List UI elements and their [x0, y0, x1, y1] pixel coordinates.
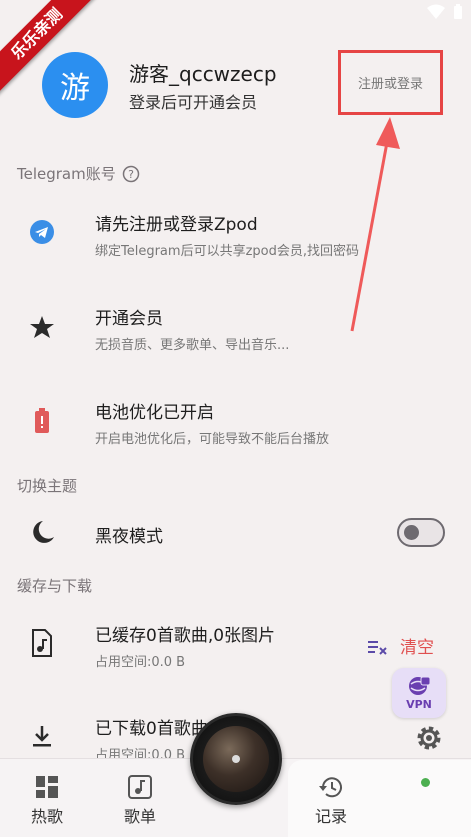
dark-mode-toggle[interactable] [397, 518, 445, 547]
cache-row-subtitle: 占用空间:0.0 B [95, 655, 186, 670]
section-theme: 切换主题 [17, 477, 78, 495]
telegram-icon [28, 218, 56, 246]
vpn-button[interactable]: VPN [392, 668, 446, 718]
battery-optimization-row[interactable]: 电池优化已开启 开启电池优化后，可能导致不能后台播放 [0, 390, 471, 460]
telegram-row-subtitle: 绑定Telegram后可以共享zpod会员,找回密码 [95, 244, 359, 259]
download-row-subtitle: 占用空间:0.0 B [95, 748, 186, 758]
cache-row: 已缓存0首歌曲,0张图片 占用空间:0.0 B [0, 615, 360, 675]
battery-alert-icon [28, 407, 56, 435]
toggle-knob [404, 525, 419, 540]
dark-mode-title: 黑夜模式 [95, 527, 163, 547]
nav-history[interactable]: 记录 [291, 775, 371, 827]
clear-cache-button[interactable]: 清空 [368, 633, 434, 658]
disc-center [232, 755, 240, 763]
moon-icon [28, 518, 56, 546]
online-indicator [421, 778, 430, 787]
ribbon-label: 乐乐亲测 [0, 0, 100, 97]
corner-ribbon: 乐乐亲测 [0, 0, 110, 110]
username: 游客_qccwzecp [129, 62, 277, 86]
register-login-button[interactable]: 注册或登录 [338, 50, 443, 115]
battery-row-title: 电池优化已开启 [95, 403, 214, 423]
telegram-row-title: 请先注册或登录Zpod [95, 215, 258, 235]
section-telegram: Telegram账号 ? [17, 163, 140, 184]
vip-row[interactable]: 开通会员 无损音质、更多歌单、导出音乐... [0, 296, 471, 366]
nav-playlist-label: 歌单 [123, 807, 156, 826]
clear-list-icon [368, 640, 387, 655]
grid-icon [36, 776, 58, 798]
clear-label: 清空 [400, 638, 434, 658]
vpn-label: VPN [406, 698, 432, 711]
battery-status-icon [454, 4, 462, 19]
vip-row-subtitle: 无损音质、更多歌单、导出音乐... [95, 338, 290, 353]
wifi-icon [427, 4, 445, 19]
vpn-icon [409, 676, 431, 695]
status-bar [427, 4, 463, 20]
nav-hot-songs[interactable]: 热歌 [7, 775, 87, 827]
section-cache: 缓存与下载 [17, 577, 93, 595]
nav-history-label: 记录 [314, 807, 347, 826]
section-telegram-label: Telegram账号 [17, 165, 116, 183]
nav-playlists[interactable]: 歌单 [100, 775, 180, 827]
music-file-icon [28, 629, 56, 657]
battery-row-subtitle: 开启电池优化后，可能导致不能后台播放 [95, 432, 330, 447]
playlist-icon [128, 775, 152, 799]
star-icon [28, 313, 56, 341]
vip-row-title: 开通会员 [95, 309, 163, 329]
help-icon[interactable]: ? [122, 165, 140, 183]
login-hint: 登录后可开通会员 [129, 93, 258, 112]
telegram-login-row[interactable]: 请先注册或登录Zpod 绑定Telegram后可以共享zpod会员,找回密码 [0, 196, 471, 276]
cache-row-title: 已缓存0首歌曲,0张图片 [95, 626, 276, 646]
history-icon [319, 777, 342, 798]
svg-text:?: ? [128, 168, 134, 181]
download-icon [28, 722, 56, 750]
now-playing-disc[interactable] [190, 713, 282, 805]
nav-hot-label: 热歌 [30, 807, 63, 826]
settings-gear-icon[interactable] [415, 724, 443, 752]
download-row-title: 已下载0首歌曲 [95, 719, 208, 739]
